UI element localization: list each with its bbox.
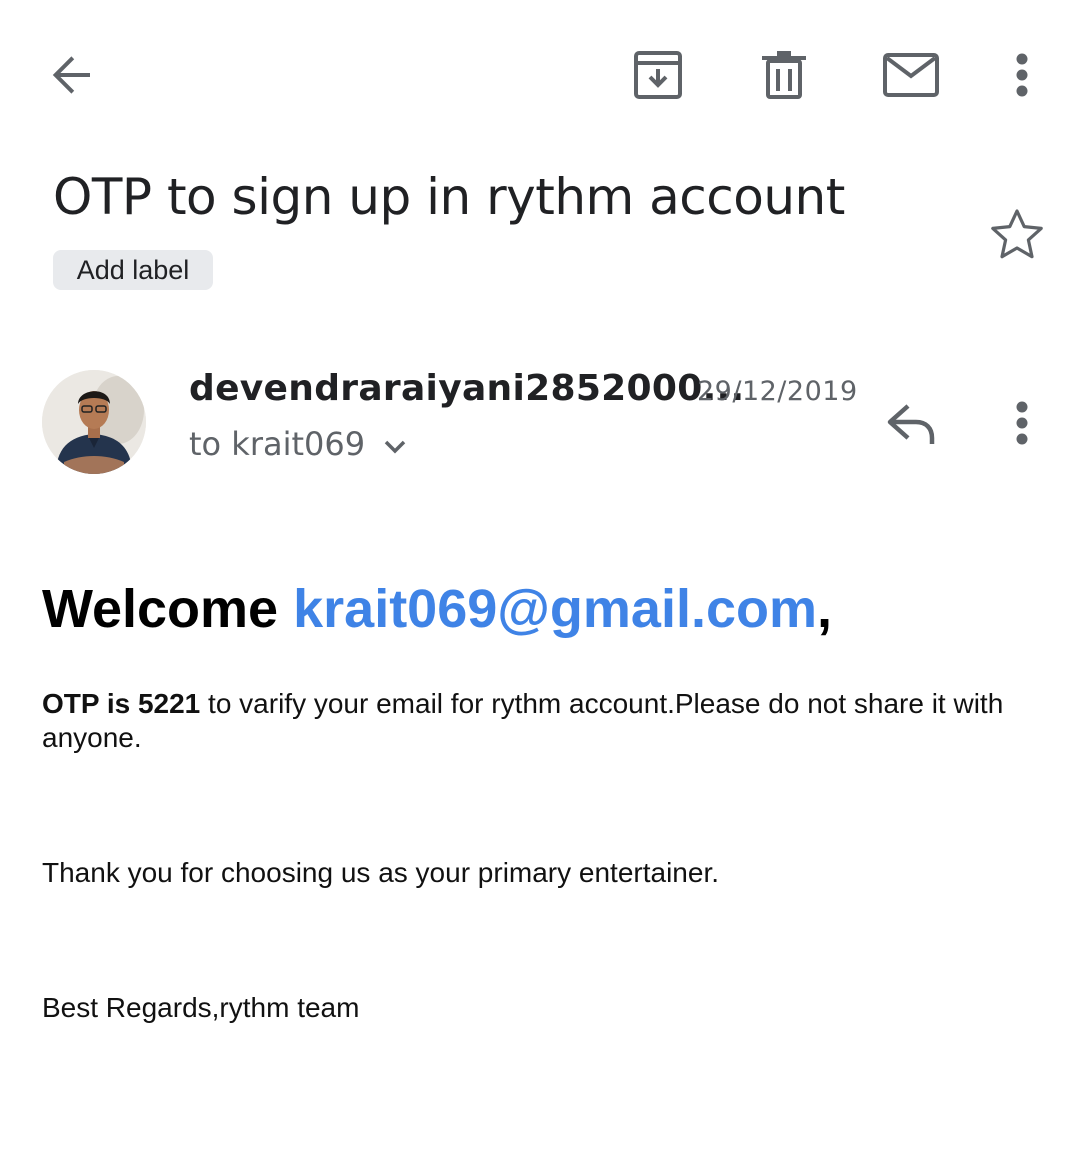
- welcome-suffix: ,: [817, 579, 833, 639]
- thanks-paragraph: Thank you for choosing us as your primar…: [42, 857, 720, 888]
- delete-button[interactable]: [752, 43, 816, 107]
- more-vert-icon: [1016, 401, 1028, 445]
- recipient-label: to krait069: [189, 425, 366, 463]
- reply-icon: [887, 404, 935, 444]
- more-vert-icon: [1016, 53, 1028, 97]
- archive-button[interactable]: [626, 43, 690, 107]
- welcome-prefix: Welcome: [42, 579, 294, 639]
- add-label-button[interactable]: Add label: [53, 250, 213, 290]
- otp-paragraph: OTP is 5221 to varify your email for ryt…: [42, 687, 1042, 755]
- star-button[interactable]: [985, 204, 1049, 268]
- otp-code: OTP is 5221: [42, 688, 201, 719]
- mail-icon: [883, 53, 939, 97]
- mark-unread-button[interactable]: [879, 43, 943, 107]
- sender-avatar[interactable]: [42, 370, 146, 474]
- message-more-options-button[interactable]: [990, 391, 1054, 455]
- welcome-email-link[interactable]: krait069@gmail.com: [293, 579, 817, 639]
- sender-name[interactable]: devendraraiyani2852000...: [189, 366, 745, 412]
- regards-paragraph: Best Regards,rythm team: [42, 992, 360, 1023]
- back-button[interactable]: [40, 43, 104, 107]
- recipient-details-toggle[interactable]: to krait069: [189, 422, 407, 466]
- welcome-heading: Welcome krait069@gmail.com,: [42, 576, 832, 642]
- arrow-back-icon: [52, 56, 90, 94]
- more-options-button[interactable]: [990, 43, 1054, 107]
- sender-photo: [42, 370, 146, 474]
- reply-button[interactable]: [880, 392, 944, 456]
- trash-icon: [762, 51, 806, 99]
- email-date: 29/12/2019: [697, 376, 858, 407]
- chevron-down-icon: [384, 440, 406, 454]
- email-subject: OTP to sign up in rythm account: [53, 168, 845, 226]
- archive-icon: [634, 51, 682, 99]
- star-icon: [991, 209, 1043, 259]
